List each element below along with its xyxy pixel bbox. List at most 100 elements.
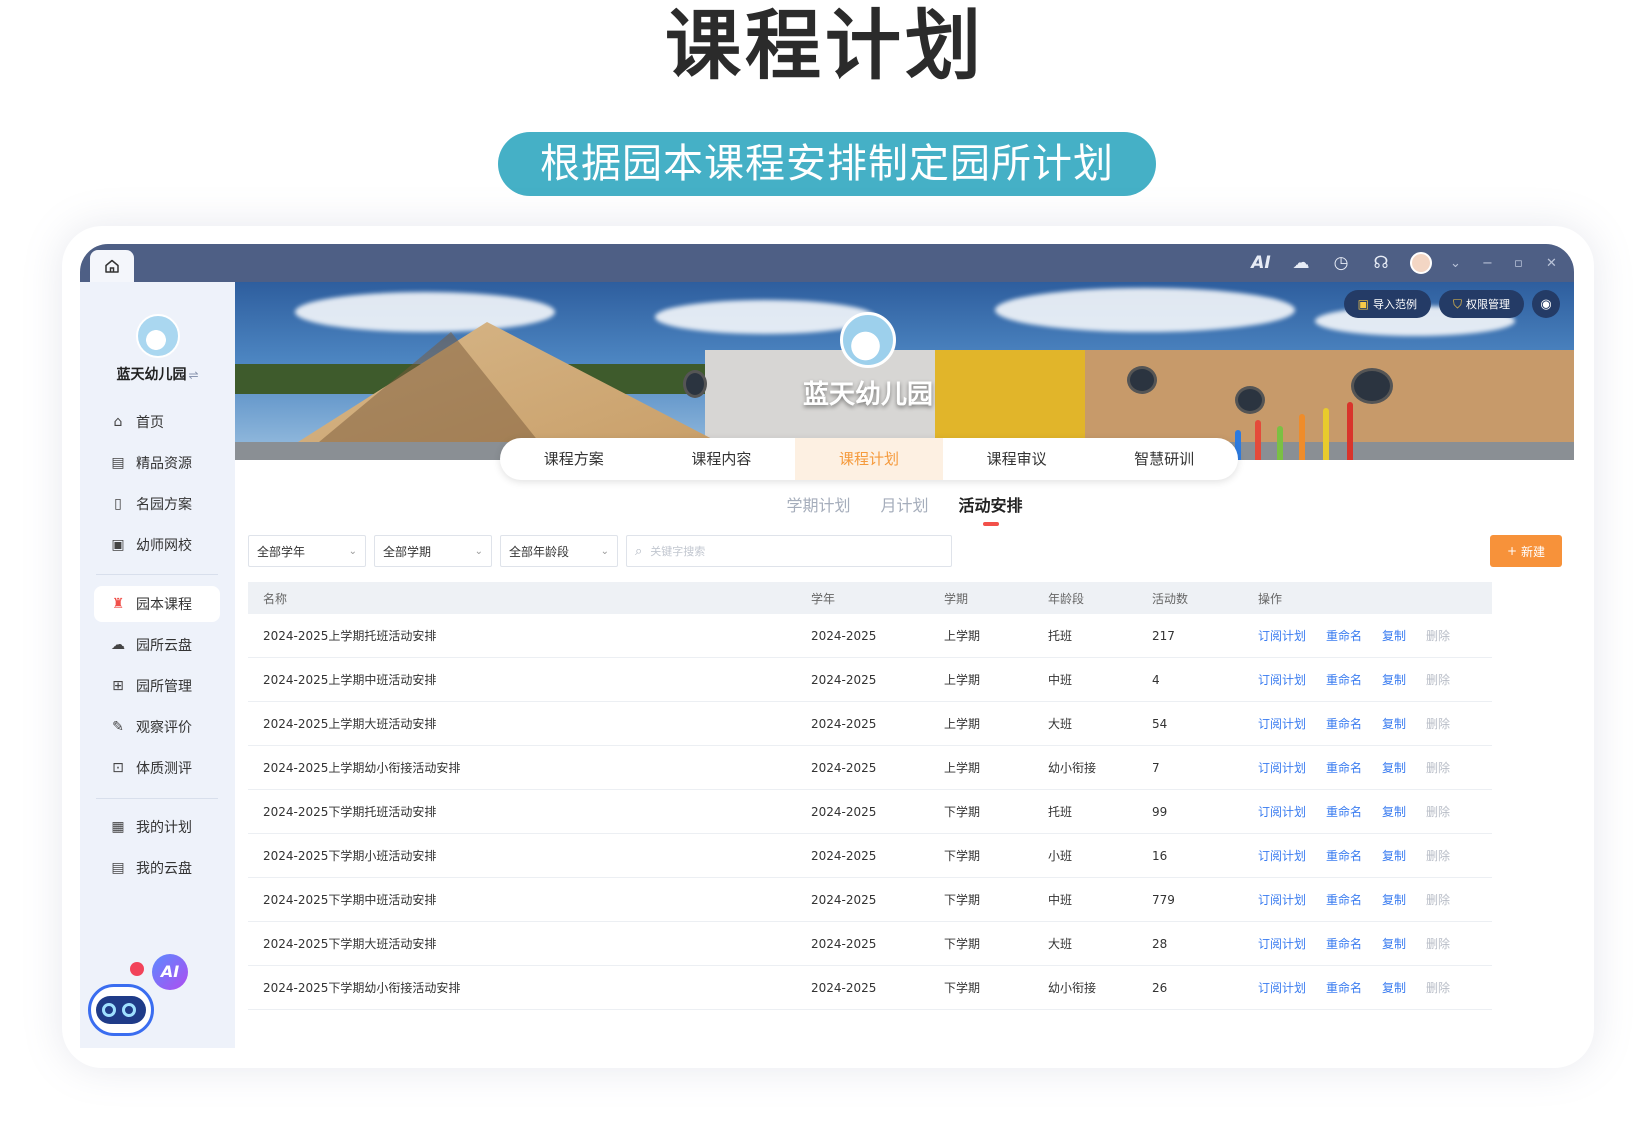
rename-link[interactable]: 重命名 <box>1326 803 1362 820</box>
swap-icon[interactable]: ⇌ <box>188 368 198 382</box>
subscribe-plan-link[interactable]: 订阅计划 <box>1258 803 1306 820</box>
sidebar-item-management[interactable]: ⊞ 园所管理 <box>94 668 220 704</box>
minimize-icon[interactable]: − <box>1482 256 1496 271</box>
import-icon: ▣ <box>1357 297 1369 311</box>
cell-actions: 订阅计划 重命名 复制 删除 <box>1258 935 1492 952</box>
tab-course-scheme[interactable]: 课程方案 <box>500 438 648 480</box>
chevron-down-icon[interactable]: ⌄ <box>1450 256 1464 271</box>
sidebar-item-observation[interactable]: ✎ 观察评价 <box>94 709 220 745</box>
rename-link[interactable]: 重命名 <box>1326 935 1362 952</box>
subscribe-plan-link[interactable]: 订阅计划 <box>1258 847 1306 864</box>
sidebar: 蓝天幼儿园 ⇌ ⌂ 首页 ▤ 精品资源 ▯ 名园方案 ▣ 幼师网校 ♜ 园本课程 … <box>80 282 235 1048</box>
search-box: ⌕ <box>626 535 952 567</box>
rename-link[interactable]: 重命名 <box>1326 979 1362 996</box>
cell-name: 2024-2025上学期大班活动安排 <box>263 717 437 731</box>
delete-link[interactable]: 删除 <box>1426 803 1450 820</box>
permission-button[interactable]: ⛉ 权限管理 <box>1438 290 1524 318</box>
subscribe-plan-link[interactable]: 订阅计划 <box>1258 627 1306 644</box>
bookmark-icon: ▯ <box>114 496 122 512</box>
cell-term: 下学期 <box>944 937 981 951</box>
main-tabs: 课程方案 课程内容 课程计划 课程审议 智慧研训 <box>500 438 1238 480</box>
delete-link[interactable]: 删除 <box>1426 627 1450 644</box>
copy-link[interactable]: 复制 <box>1382 803 1406 820</box>
subtab-activities[interactable]: 活动安排 <box>959 492 1023 526</box>
import-example-button[interactable]: ▣ 导入范例 <box>1343 290 1431 318</box>
new-button[interactable]: + 新建 <box>1490 535 1562 567</box>
copy-link[interactable]: 复制 <box>1382 715 1406 732</box>
year-select[interactable]: 全部学年 ⌄ <box>248 535 366 567</box>
delete-link[interactable]: 删除 <box>1426 891 1450 908</box>
sub-tabs: 学期计划 月计划 活动安排 <box>235 492 1574 526</box>
sidebar-item-schemes[interactable]: ▯ 名园方案 <box>94 486 220 522</box>
rename-link[interactable]: 重命名 <box>1326 715 1362 732</box>
rename-link[interactable]: 重命名 <box>1326 847 1362 864</box>
sidebar-item-curriculum[interactable]: ♜ 园本课程 <box>94 586 220 622</box>
delete-link[interactable]: 删除 <box>1426 847 1450 864</box>
delete-link[interactable]: 删除 <box>1426 671 1450 688</box>
subscribe-plan-link[interactable]: 订阅计划 <box>1258 891 1306 908</box>
copy-link[interactable]: 复制 <box>1382 847 1406 864</box>
app-window: AI ☁ ◷ ☊ ⌄ − ▫ ✕ 蓝天幼儿园 ⇌ ⌂ 首页 ▤ 精品资源 ▯ 名园… <box>80 244 1574 1048</box>
subtab-monthly-plan[interactable]: 月计划 <box>880 492 928 516</box>
rename-link[interactable]: 重命名 <box>1326 891 1362 908</box>
delete-link[interactable]: 删除 <box>1426 715 1450 732</box>
disk-icon: ▤ <box>111 860 125 876</box>
subscribe-plan-link[interactable]: 订阅计划 <box>1258 759 1306 776</box>
header-count: 活动数 <box>1152 591 1189 606</box>
rename-link[interactable]: 重命名 <box>1326 671 1362 688</box>
sidebar-item-fitness[interactable]: ⊡ 体质测评 <box>94 750 220 786</box>
cell-actions: 订阅计划 重命名 复制 删除 <box>1258 715 1492 732</box>
sidebar-item-school[interactable]: ▣ 幼师网校 <box>94 527 220 563</box>
cell-name: 2024-2025上学期幼小衔接活动安排 <box>263 761 461 775</box>
delete-link[interactable]: 删除 <box>1426 979 1450 996</box>
tab-course-plan[interactable]: 课程计划 <box>795 438 943 480</box>
copy-link[interactable]: 复制 <box>1382 671 1406 688</box>
cell-age: 大班 <box>1048 937 1073 951</box>
delete-link[interactable]: 删除 <box>1426 935 1450 952</box>
copy-link[interactable]: 复制 <box>1382 891 1406 908</box>
subtab-semester-plan[interactable]: 学期计划 <box>786 492 850 516</box>
cell-year: 2024-2025 <box>811 672 877 687</box>
sidebar-item-my-disk[interactable]: ▤ 我的云盘 <box>94 850 220 886</box>
delete-link[interactable]: 删除 <box>1426 759 1450 776</box>
copy-link[interactable]: 复制 <box>1382 627 1406 644</box>
sidebar-item-my-plan[interactable]: ▦ 我的计划 <box>94 809 220 845</box>
term-select[interactable]: 全部学期 ⌄ <box>374 535 492 567</box>
cell-year: 2024-2025 <box>811 628 877 643</box>
sidebar-item-label: 园本课程 <box>136 597 192 613</box>
ai-icon[interactable]: AI <box>1250 252 1272 274</box>
headset-icon[interactable]: ☊ <box>1370 252 1392 274</box>
close-icon[interactable]: ✕ <box>1546 256 1560 271</box>
subscribe-plan-link[interactable]: 订阅计划 <box>1258 935 1306 952</box>
avatar[interactable] <box>1410 252 1432 274</box>
camera-button[interactable]: ◉ <box>1532 290 1560 318</box>
subscribe-plan-link[interactable]: 订阅计划 <box>1258 671 1306 688</box>
ai-assistant[interactable]: AI <box>84 954 188 1046</box>
copy-link[interactable]: 复制 <box>1382 759 1406 776</box>
rename-link[interactable]: 重命名 <box>1326 627 1362 644</box>
copy-link[interactable]: 复制 <box>1382 979 1406 996</box>
history-icon[interactable]: ◷ <box>1330 252 1352 274</box>
maximize-icon[interactable]: ▫ <box>1514 256 1528 271</box>
cell-count: 4 <box>1152 672 1160 687</box>
sidebar-item-resources[interactable]: ▤ 精品资源 <box>94 445 220 481</box>
tab-course-content[interactable]: 课程内容 <box>648 438 796 480</box>
rename-link[interactable]: 重命名 <box>1326 759 1362 776</box>
tab-course-review[interactable]: 课程审议 <box>943 438 1091 480</box>
age-select[interactable]: 全部年龄段 ⌄ <box>500 535 618 567</box>
sidebar-item-cloud[interactable]: ☁ 园所云盘 <box>94 627 220 663</box>
sidebar-item-home[interactable]: ⌂ 首页 <box>94 404 220 440</box>
cell-count: 16 <box>1152 848 1168 863</box>
cloud-icon[interactable]: ☁ <box>1290 252 1312 274</box>
subscribe-plan-link[interactable]: 订阅计划 <box>1258 979 1306 996</box>
search-input[interactable] <box>650 544 931 558</box>
cell-actions: 订阅计划 重命名 复制 删除 <box>1258 891 1492 908</box>
planner-icon: ▦ <box>111 819 125 835</box>
sidebar-item-label: 精品资源 <box>136 456 192 472</box>
org-switcher[interactable]: 蓝天幼儿园 ⇌ <box>80 364 235 384</box>
tab-smart-training[interactable]: 智慧研训 <box>1090 438 1238 480</box>
header-age: 年龄段 <box>1048 591 1085 606</box>
home-tab[interactable] <box>90 250 134 282</box>
subscribe-plan-link[interactable]: 订阅计划 <box>1258 715 1306 732</box>
copy-link[interactable]: 复制 <box>1382 935 1406 952</box>
